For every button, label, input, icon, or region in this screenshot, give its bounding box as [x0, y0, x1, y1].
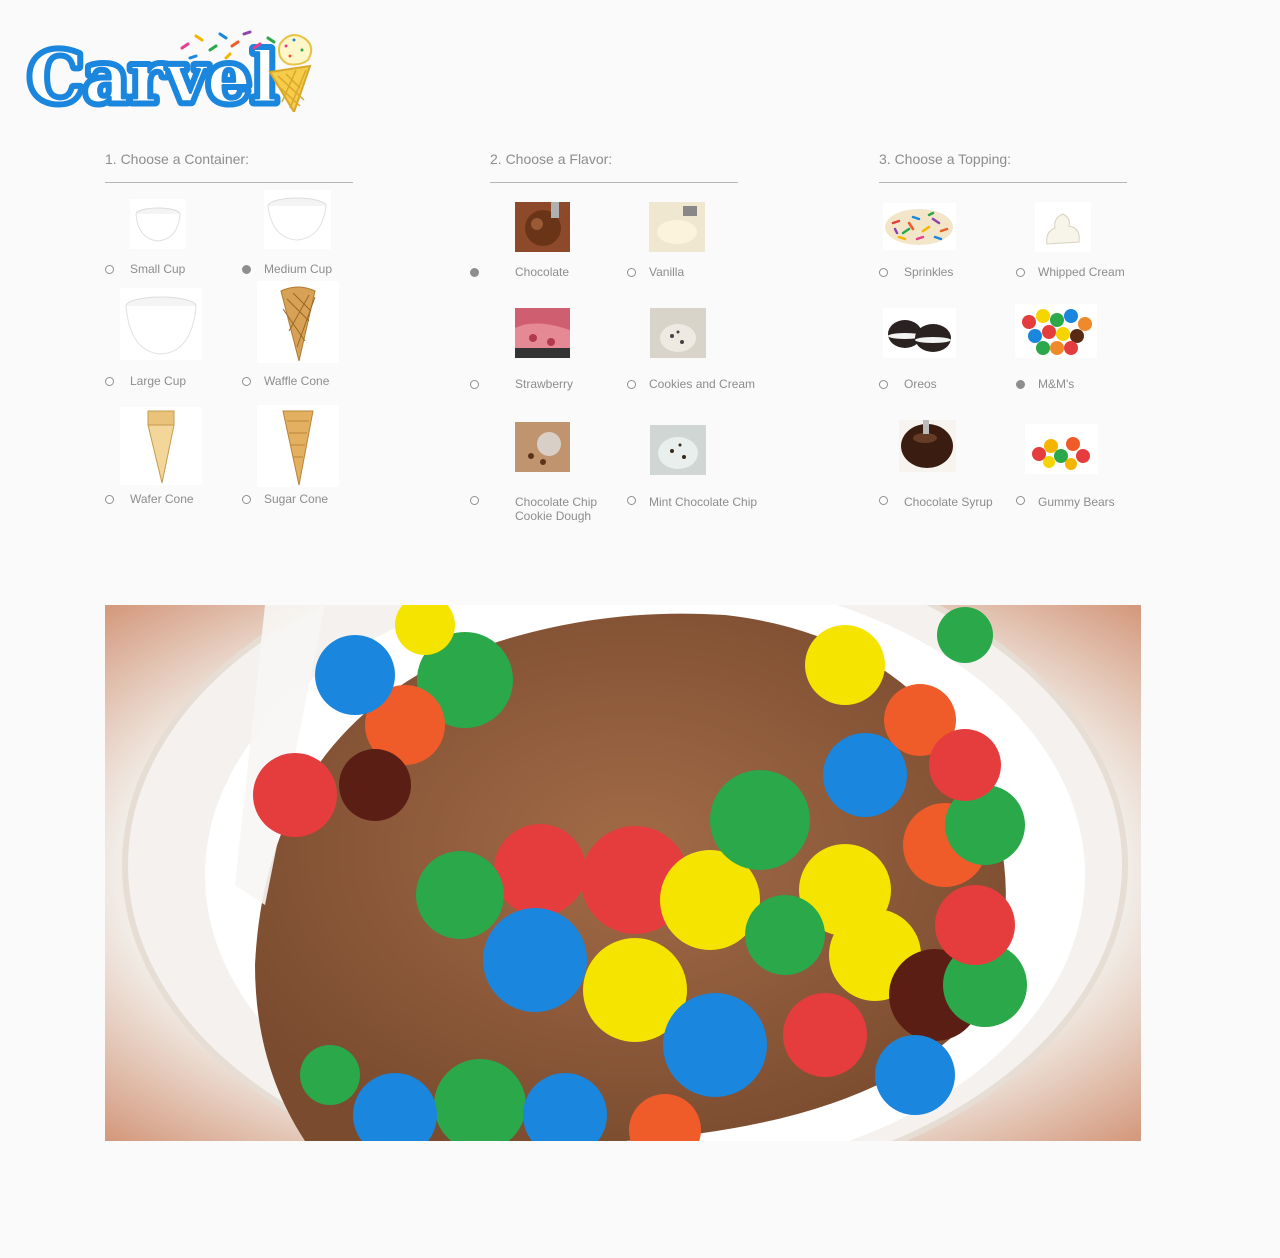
small-cup-image[interactable] — [130, 199, 186, 249]
sprinkles-image[interactable] — [883, 203, 956, 250]
waffle-cone-label: Waffle Cone — [264, 374, 330, 388]
oreos-label: Oreos — [904, 377, 937, 391]
cookies-and-cream-radio[interactable] — [627, 380, 636, 389]
strawberry-image[interactable] — [515, 308, 570, 358]
medium-cup-label: Medium Cup — [264, 262, 333, 276]
chocolate-syrup-image[interactable] — [899, 420, 956, 472]
strawberry-radio[interactable] — [470, 380, 479, 389]
carvel-logo[interactable]: Carvel Carvel ® — [24, 28, 314, 124]
section-title: 2. Choose a Flavor: — [490, 151, 613, 167]
whipped-cream-image[interactable] — [1035, 202, 1091, 252]
sundae-preview-photo — [105, 605, 1141, 1141]
container-section: 1. Choose a Container: Small Cup Medium … — [105, 150, 353, 506]
medium-cup-radio[interactable] — [242, 265, 251, 274]
topping-section: 3. Choose a Topping: Sprinkles Whipped C… — [879, 150, 1127, 509]
sugar-cone-image[interactable] — [257, 405, 339, 487]
large-cup-label: Large Cup — [130, 374, 187, 388]
chocolate-syrup-radio[interactable] — [879, 496, 888, 505]
mms-label: M&M's — [1038, 377, 1075, 391]
chocolate-chip-cookie-dough-radio[interactable] — [470, 496, 479, 505]
section-title: 3. Choose a Topping: — [879, 151, 1012, 167]
label-line-1: Chocolate Chip — [515, 495, 598, 509]
strawberry-label: Strawberry — [515, 377, 574, 391]
gummy-bears-radio[interactable] — [1016, 496, 1025, 505]
large-cup-image[interactable] — [120, 288, 202, 360]
sprinkles-radio[interactable] — [879, 268, 888, 277]
carvel-logo-graphic: Carvel Carvel ® — [24, 30, 313, 124]
sugar-cone-label: Sugar Cone — [264, 492, 329, 506]
medium-cup-image[interactable] — [264, 190, 331, 249]
label-line-2: Cookie Dough — [515, 509, 592, 523]
sprinkles-label: Sprinkles — [904, 265, 954, 279]
chocolate-radio[interactable] — [470, 268, 479, 277]
sugar-cone-radio[interactable] — [242, 495, 251, 504]
vanilla-radio[interactable] — [627, 268, 636, 277]
gummy-bears-image[interactable] — [1025, 424, 1098, 474]
chocolate-chip-cookie-dough-label: Chocolate Chip Cookie Dough — [515, 495, 597, 523]
cookies-and-cream-image[interactable] — [650, 308, 706, 358]
section-divider — [879, 182, 1127, 183]
gummy-bears-label: Gummy Bears — [1038, 495, 1115, 509]
section-title: 1. Choose a Container: — [105, 151, 249, 167]
svg-text:®: ® — [268, 111, 276, 112]
small-cup-label: Small Cup — [130, 262, 186, 276]
vanilla-image[interactable] — [649, 202, 705, 252]
chocolate-label: Chocolate — [515, 265, 570, 279]
mint-chocolate-chip-image[interactable] — [650, 425, 706, 475]
oreos-radio[interactable] — [879, 380, 888, 389]
mms-image[interactable] — [1015, 304, 1097, 358]
large-cup-radio[interactable] — [105, 377, 114, 386]
wafer-cone-label: Wafer Cone — [130, 492, 194, 506]
waffle-cone-image[interactable] — [257, 281, 339, 363]
mms-radio[interactable] — [1016, 380, 1025, 389]
cookies-and-cream-label: Cookies and Cream — [649, 377, 756, 391]
vanilla-label: Vanilla — [649, 265, 685, 279]
waffle-cone-radio[interactable] — [242, 377, 251, 386]
small-cup-radio[interactable] — [105, 265, 114, 274]
chocolate-image[interactable] — [515, 202, 570, 252]
chocolate-syrup-label: Chocolate Syrup — [904, 495, 993, 509]
section-divider — [490, 182, 738, 183]
mint-chocolate-chip-label: Mint Chocolate Chip — [649, 495, 758, 509]
mint-chocolate-chip-radio[interactable] — [627, 496, 636, 505]
wafer-cone-image[interactable] — [120, 407, 202, 485]
wafer-cone-radio[interactable] — [105, 495, 114, 504]
whipped-cream-radio[interactable] — [1016, 268, 1025, 277]
chocolate-chip-cookie-dough-image[interactable] — [515, 422, 570, 472]
whipped-cream-label: Whipped Cream — [1038, 265, 1125, 279]
section-divider — [105, 182, 353, 183]
oreos-image[interactable] — [883, 308, 956, 358]
flavor-section: 2. Choose a Flavor: Chocolate Vanilla St… — [470, 150, 757, 523]
svg-text:Carvel: Carvel — [28, 36, 278, 112]
